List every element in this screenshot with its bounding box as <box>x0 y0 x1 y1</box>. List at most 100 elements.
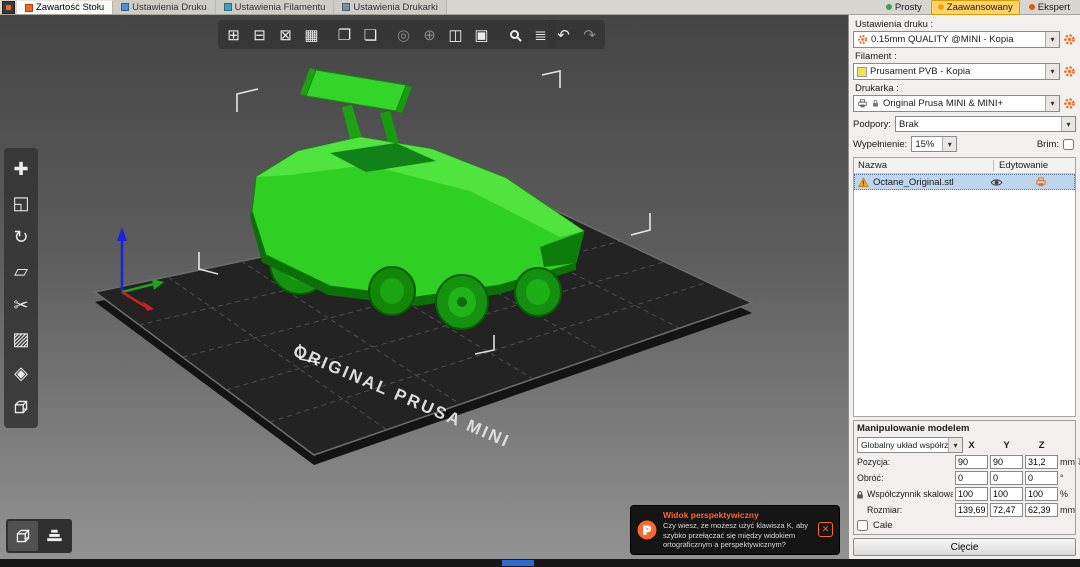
column-name: Nazwa <box>858 160 888 171</box>
arrange-button[interactable]: ▦ <box>299 22 324 47</box>
chevron-down-icon: ▾ <box>1061 117 1075 131</box>
mode-simple-dot-icon <box>885 4 892 10</box>
measure-button[interactable] <box>7 392 35 422</box>
delete-button[interactable]: ⊟ <box>247 22 272 47</box>
drop-to-bed-icon[interactable]: ↧ <box>1076 457 1080 468</box>
printer-value: Original Prusa MINI & MINI+ <box>883 98 1004 109</box>
printer-label: Drukarka : <box>855 83 899 94</box>
fill-bed-button[interactable]: ◎ <box>391 22 416 47</box>
slice-button[interactable]: Cięcie <box>853 538 1076 556</box>
scale-row: Współczynnik skalowania: % <box>857 487 1072 501</box>
lock-icon <box>872 99 879 108</box>
tab-print-settings[interactable]: Ustawienia Druku <box>113 0 216 14</box>
size-y-input[interactable] <box>990 503 1023 517</box>
add-object-button[interactable]: ⊞ <box>221 22 246 47</box>
infill-combo[interactable]: 15% ▾ <box>911 136 958 152</box>
object-list-empty-area[interactable] <box>854 190 1075 416</box>
print-settings-tab-icon <box>121 3 130 11</box>
mode-advanced-button[interactable]: Zaawansowany <box>930 0 1020 15</box>
scale-z-input[interactable] <box>1025 487 1058 501</box>
rotation-y-input[interactable] <box>990 471 1023 485</box>
brim-checkbox[interactable] <box>1063 138 1074 150</box>
view-mode-toolbar <box>6 519 72 553</box>
chevron-down-icon: ▾ <box>948 438 962 452</box>
coord-system-combo[interactable]: Globalny układ współrzę ▾ <box>857 437 963 453</box>
mode-label: Prosty <box>894 1 922 13</box>
scale-button[interactable]: ◱ <box>7 188 35 218</box>
rotate-button[interactable]: ↻ <box>7 222 35 252</box>
eye-icon[interactable] <box>990 176 1003 189</box>
cut-button[interactable]: ✂ <box>7 290 35 320</box>
inches-checkbox[interactable] <box>857 520 868 531</box>
tab-printer-settings[interactable]: Ustawienia Drukarki <box>334 0 447 14</box>
split-parts-button[interactable]: ▣ <box>469 22 494 47</box>
filament-combo[interactable]: Prusament PVB - Kopia ▾ <box>853 63 1060 80</box>
scale-x-input[interactable] <box>955 487 988 501</box>
position-unit: mm ↧ <box>1060 457 1080 468</box>
printer-row: Original Prusa MINI & MINI+ ▾ <box>853 95 1076 112</box>
plater-tab-icon <box>25 3 33 12</box>
axis-z-header: Z <box>1038 439 1045 451</box>
rotation-z-input[interactable] <box>1025 471 1058 485</box>
split-objects-button[interactable]: ◫ <box>443 22 468 47</box>
print-settings-combo[interactable]: 0.15mm QUALITY @MINI - Kopia ▾ <box>853 31 1060 48</box>
rotation-x-input[interactable] <box>955 471 988 485</box>
redo-button[interactable]: ↷ <box>577 22 602 47</box>
object-list-row[interactable]: Octane_Original.stl <box>854 174 1075 190</box>
mode-switcher: Prosty Zaawansowany Ekspert <box>879 0 1080 15</box>
inches-option: Cale <box>857 520 1072 531</box>
model-octane[interactable] <box>250 68 585 330</box>
mode-label: Ekspert <box>1037 1 1070 13</box>
viewport-3d[interactable]: ORIGINAL PRUSA MINI ⊞ ⊟ ⊠ ▦ ❐ ❏ ◎ ⊕ ◫ ▣ … <box>0 15 848 559</box>
flatten-button[interactable]: ▱ <box>7 256 35 286</box>
undo-button[interactable]: ↶ <box>551 22 576 47</box>
rotation-label: Obróć: <box>857 473 884 483</box>
mode-simple-button[interactable]: Prosty <box>879 0 929 15</box>
seam-button[interactable]: ◈ <box>7 358 35 388</box>
position-y-input[interactable] <box>990 455 1023 469</box>
tab-plater[interactable]: Zawartość Stołu <box>17 0 114 14</box>
copy-button[interactable]: ❐ <box>332 22 357 47</box>
3d-editor-icon <box>16 529 30 543</box>
tab-filament-settings[interactable]: Ustawienia Filamentu <box>215 0 335 14</box>
paste-button[interactable]: ❏ <box>358 22 383 47</box>
scale-label: Współczynnik skalowania: <box>867 489 953 499</box>
app-icon[interactable] <box>2 1 15 14</box>
infill-label: Wypełnienie: <box>853 138 908 150</box>
printer-gear-button[interactable] <box>1063 97 1076 110</box>
supports-combo[interactable]: Brak ▾ <box>895 116 1076 132</box>
chevron-down-icon: ▾ <box>1045 32 1059 47</box>
move-button[interactable]: ✚ <box>7 154 35 184</box>
position-x-input[interactable] <box>955 455 988 469</box>
printer-combo[interactable]: Original Prusa MINI & MINI+ ▾ <box>853 95 1060 112</box>
mode-label: Zaawansowany <box>946 1 1013 13</box>
infill-row: Wypełnienie: 15% ▾ Brim: <box>853 136 1076 152</box>
search-button[interactable] <box>502 22 527 47</box>
editor-view-button[interactable] <box>8 521 38 551</box>
tab-label: Ustawienia Filamentu <box>234 1 326 13</box>
delete-all-button[interactable]: ⊠ <box>273 22 298 47</box>
filament-gear-button[interactable] <box>1063 65 1076 78</box>
scale-y-input[interactable] <box>990 487 1023 501</box>
add-instance-button[interactable]: ⊕ <box>417 22 442 47</box>
preview-view-button[interactable] <box>40 521 70 551</box>
supports-label: Podpory: <box>853 118 892 130</box>
size-x-input[interactable] <box>955 503 988 517</box>
uniform-scale-lock-icon[interactable] <box>855 489 865 501</box>
chevron-down-icon: ▾ <box>1045 64 1059 79</box>
object-list: Nazwa Edytowanie Octane_Original.stl <box>853 157 1076 417</box>
brim-label: Brim: <box>1036 138 1059 150</box>
tab-label: Ustawienia Druku <box>132 1 207 13</box>
supports-button[interactable]: ▨ <box>7 324 35 354</box>
position-z-input[interactable] <box>1025 455 1058 469</box>
mode-expert-dot-icon <box>1028 4 1035 10</box>
rotation-unit: ° <box>1060 473 1064 483</box>
manipulation-title: Manipulowanie modelem <box>857 423 970 434</box>
print-settings-gear-button[interactable] <box>1063 33 1076 46</box>
manipulation-header: Globalny układ współrzę ▾ X Y Z <box>857 437 1072 453</box>
edit-icon[interactable] <box>1035 176 1047 188</box>
close-notification-button[interactable]: ✕ <box>818 522 833 538</box>
column-editing: Edytowanie <box>999 160 1049 171</box>
mode-expert-button[interactable]: Ekspert <box>1022 0 1077 15</box>
size-z-input[interactable] <box>1025 503 1058 517</box>
